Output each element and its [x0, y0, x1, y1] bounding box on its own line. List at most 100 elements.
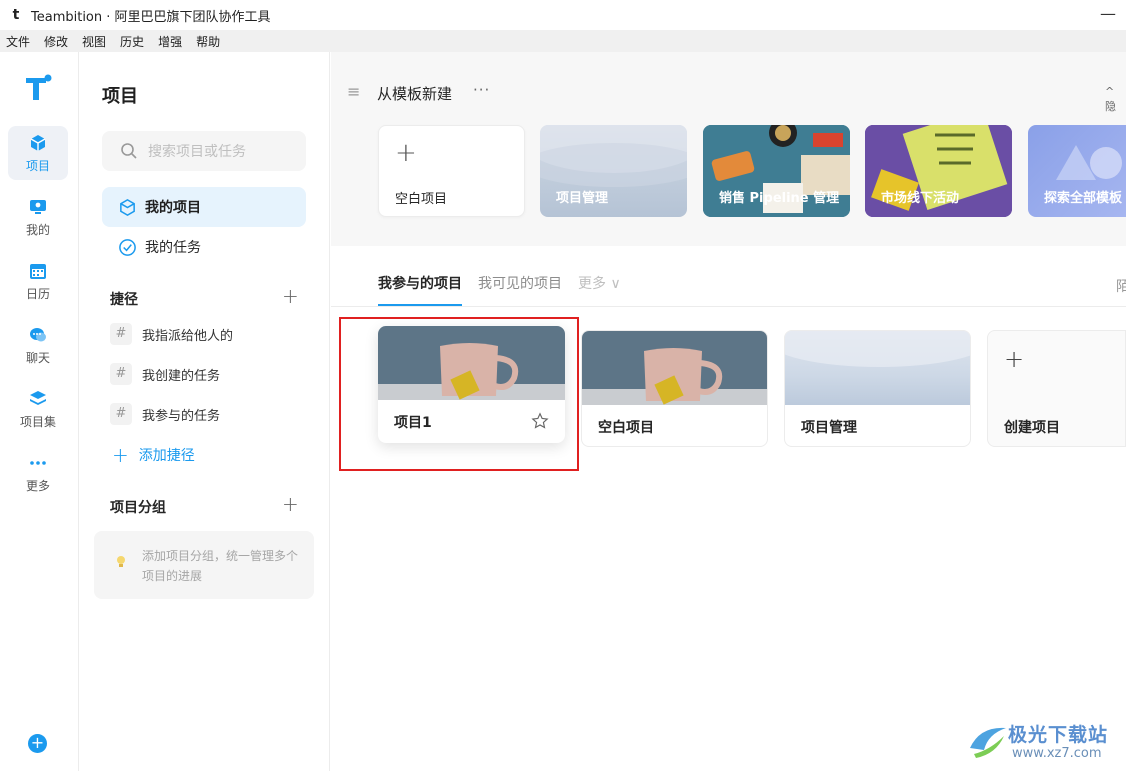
- create-project-label: 创建项目: [1004, 420, 1060, 436]
- cube-icon: [30, 134, 46, 151]
- tab-participating[interactable]: 我参与的项目: [378, 274, 462, 306]
- abstract-cover-image: [785, 331, 970, 367]
- groups-hint-box: 添加项目分组，统一管理多个项目的进展: [94, 531, 314, 599]
- shortcuts-heading: 捷径: [110, 292, 138, 308]
- highlight-annotation: [339, 317, 579, 471]
- tab-more-dropdown[interactable]: 更多 ∨: [578, 274, 621, 306]
- template-card-label: 市场线下活动: [881, 191, 960, 206]
- template-more-icon[interactable]: ···: [473, 81, 490, 99]
- menu-help[interactable]: 帮助: [196, 33, 220, 50]
- project-groups-heading: 项目分组: [110, 500, 166, 516]
- more-dots-icon: [30, 460, 46, 465]
- menu-bar: 文件 修改 视图 历史 增强 帮助: [0, 30, 1126, 52]
- sidebar-item-my-tasks[interactable]: 我的任务: [102, 227, 306, 267]
- shortcut-assigned-by-me[interactable]: # 我指派给他人的: [110, 323, 233, 345]
- rail-label-mine: 我的: [25, 222, 50, 237]
- plus-icon: +: [112, 443, 129, 467]
- collapse-sidebar-icon[interactable]: ≡: [347, 82, 360, 101]
- plus-icon: +: [395, 138, 417, 168]
- add-shortcut-label: 添加捷径: [138, 448, 195, 464]
- groups-hint-text: 添加项目分组，统一管理多个项目的进展: [142, 549, 299, 583]
- watermark-text: 极光下载站: [1008, 724, 1109, 746]
- template-card-explore-all[interactable]: 探索全部模板: [1028, 125, 1126, 217]
- template-hide-toggle[interactable]: ^ 隐: [1105, 85, 1126, 114]
- sidebar-item-my-projects[interactable]: 我的项目: [102, 187, 306, 227]
- rail-label-calendar: 日历: [25, 286, 50, 301]
- rail-label-projects: 项目: [25, 158, 50, 173]
- template-card-blank[interactable]: + 空白项目: [378, 125, 525, 217]
- hash-icon: #: [110, 363, 132, 385]
- rail-add-button[interactable]: +: [28, 734, 47, 753]
- project-cover: [785, 331, 970, 405]
- shortcut-label: 我创建的任务: [142, 368, 221, 384]
- shortcut-label: 我参与的任务: [142, 408, 221, 424]
- calendar-icon: [30, 263, 46, 279]
- project-card-blank[interactable]: 空白项目: [581, 330, 768, 447]
- tabs-right-control[interactable]: 陌: [1116, 276, 1126, 296]
- sidebar-item-label: 我的任务: [145, 240, 201, 256]
- project-name: 项目管理: [801, 420, 857, 436]
- menu-view[interactable]: 视图: [82, 33, 106, 50]
- teambition-logo: t: [12, 7, 20, 23]
- hash-icon: #: [110, 403, 132, 425]
- monitor-icon: [30, 199, 46, 214]
- lightbulb-icon: [117, 556, 125, 567]
- search-input[interactable]: 搜索项目或任务: [102, 131, 306, 171]
- add-shortcut-button[interactable]: + 添加捷径: [112, 443, 195, 467]
- menu-edit[interactable]: 修改: [44, 33, 68, 50]
- tab-visible[interactable]: 我可见的项目: [478, 274, 562, 306]
- project-name: 空白项目: [598, 420, 654, 436]
- project-cover: [582, 331, 767, 405]
- template-card-sales-pipeline[interactable]: 销售 Pipeline 管理: [703, 125, 850, 217]
- search-icon: [121, 143, 137, 159]
- layers-icon: [30, 390, 46, 405]
- tabs-divider: [331, 306, 1126, 307]
- rail-item-more[interactable]: 更多: [8, 446, 68, 500]
- title-bar: t Teambition · 阿里巴巴旗下团队协作工具 —: [0, 0, 1126, 30]
- menu-history[interactable]: 历史: [120, 33, 144, 50]
- rail-label-more: 更多: [25, 478, 50, 493]
- template-card-label: 探索全部模板: [1044, 191, 1123, 206]
- template-card-label: 项目管理: [556, 191, 609, 206]
- shortcut-label: 我指派给他人的: [142, 328, 234, 344]
- watermark-url: www.xz7.com: [1012, 746, 1102, 761]
- watermark-logo-icon: [970, 727, 1006, 758]
- cube-outline-icon: [120, 198, 135, 216]
- add-shortcut-plus-icon[interactable]: +: [282, 284, 299, 308]
- project-sidebar: 项目 搜索项目或任务 我的项目 我的任务 捷径 + # 我指派给他人的 # 我创…: [80, 52, 330, 771]
- rail-label-portfolio: 项目集: [19, 414, 56, 429]
- add-group-plus-icon[interactable]: +: [282, 492, 299, 516]
- sidebar-title: 项目: [102, 86, 138, 107]
- watermark: 极光下载站 www.xz7.com: [966, 718, 1116, 764]
- rail-label-chat: 聊天: [25, 350, 50, 365]
- template-card-label: 空白项目: [395, 192, 448, 207]
- check-circle-icon: [119, 238, 136, 256]
- sidebar-item-label: 我的项目: [145, 200, 201, 216]
- window-title: Teambition · 阿里巴巴旗下团队协作工具: [31, 9, 271, 25]
- rail-item-mine[interactable]: 我的: [8, 190, 68, 244]
- project-tabs: 我参与的项目 我可见的项目 更多 ∨: [378, 274, 621, 306]
- create-project-card[interactable]: + 创建项目: [987, 330, 1126, 447]
- mug-cover-image: [582, 331, 767, 405]
- plus-icon: +: [1004, 345, 1025, 373]
- rail-item-calendar[interactable]: 日历: [8, 254, 68, 308]
- template-card-project-management[interactable]: 项目管理: [540, 125, 687, 217]
- rail-item-chat[interactable]: 聊天: [8, 318, 68, 372]
- minimize-button[interactable]: —: [1100, 4, 1116, 23]
- shortcut-created-by-me[interactable]: # 我创建的任务: [110, 363, 220, 385]
- project-card-pm[interactable]: 项目管理: [784, 330, 971, 447]
- chat-icon: [30, 327, 46, 341]
- template-card-label: 销售 Pipeline 管理: [719, 191, 840, 206]
- search-placeholder: 搜索项目或任务: [148, 144, 246, 160]
- rail-item-projects[interactable]: 项目: [8, 126, 68, 180]
- menu-file[interactable]: 文件: [6, 33, 30, 50]
- template-section-title: 从模板新建: [377, 85, 453, 103]
- teambition-brand-icon: [26, 74, 52, 100]
- hash-icon: #: [110, 323, 132, 345]
- nav-rail: 项目 我的 日历 聊天 项目集 更多 +: [0, 52, 79, 771]
- template-card-offline-event[interactable]: 市场线下活动: [865, 125, 1012, 217]
- template-section: ≡ 从模板新建 ··· ^ 隐 + 空白项目 项目管理 销售 Pipeline …: [331, 52, 1126, 246]
- shortcut-participating[interactable]: # 我参与的任务: [110, 403, 220, 425]
- rail-item-portfolio[interactable]: 项目集: [8, 382, 68, 436]
- menu-enhance[interactable]: 增强: [158, 33, 182, 50]
